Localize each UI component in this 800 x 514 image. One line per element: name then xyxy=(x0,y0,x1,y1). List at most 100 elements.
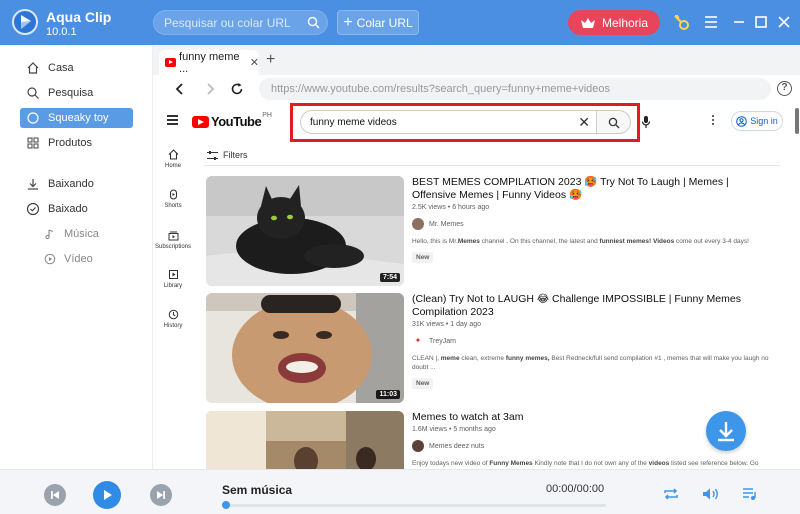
plus-icon: + xyxy=(343,13,353,31)
video-result[interactable]: Memes to watch at 3am 1.6M views • 5 mon… xyxy=(206,411,776,469)
circle-icon xyxy=(27,112,39,124)
title-bar: Aqua Clip 10.0.1 + Colar URL Melhoria xyxy=(0,0,800,45)
video-duration: 11:03 xyxy=(376,390,400,399)
sidebar-item-label: Pesquisa xyxy=(48,87,94,99)
yt-search-input[interactable] xyxy=(310,115,570,130)
clear-search-icon[interactable]: ✕ xyxy=(578,114,590,131)
more-options-icon[interactable] xyxy=(712,115,715,127)
video-channel[interactable]: ✦ TreyJam xyxy=(412,335,772,347)
now-playing-title: Sem música xyxy=(222,483,293,497)
forward-icon[interactable] xyxy=(201,80,219,98)
guide-library[interactable]: Library xyxy=(153,269,193,289)
previous-icon xyxy=(51,491,59,499)
next-track-button[interactable] xyxy=(150,484,172,506)
guide-label: Shorts xyxy=(164,203,182,209)
help-icon[interactable]: ? xyxy=(777,81,792,96)
sidebar-item-squeaky-toy[interactable]: Squeaky toy xyxy=(20,108,133,128)
play-circle-icon xyxy=(44,253,56,265)
youtube-logo[interactable]: YouTube PH xyxy=(192,112,272,129)
channel-avatar: ✦ xyxy=(412,335,424,347)
back-icon[interactable] xyxy=(171,80,189,98)
close-icon[interactable] xyxy=(775,13,793,31)
guide-subscriptions[interactable]: Subscriptions xyxy=(153,230,193,250)
sidebar-item-label: Baixando xyxy=(48,178,94,190)
download-icon xyxy=(718,422,734,442)
progress-knob[interactable] xyxy=(222,501,230,509)
yt-menu-icon[interactable] xyxy=(167,115,178,127)
sidebar-item-label: Música xyxy=(64,228,99,240)
guide-shorts[interactable]: Shorts xyxy=(153,189,193,209)
video-duration: 7:54 xyxy=(379,273,400,282)
crown-icon xyxy=(580,17,595,28)
tab-close-icon[interactable]: ✕ xyxy=(250,56,259,69)
app-logo-icon xyxy=(12,9,38,35)
previous-track-button[interactable] xyxy=(44,484,66,506)
app-search-input[interactable] xyxy=(164,15,304,31)
maximize-icon[interactable] xyxy=(752,13,770,31)
sidebar-item-downloading[interactable]: Baixando xyxy=(20,174,133,194)
microphone-icon[interactable] xyxy=(641,115,651,129)
address-bar[interactable]: https://www.youtube.com/results?search_q… xyxy=(259,78,771,100)
channel-name: Mr. Memes xyxy=(429,220,464,228)
sidebar-item-music[interactable]: Música xyxy=(44,225,99,243)
channel-name: TreyJam xyxy=(429,337,456,345)
video-channel[interactable]: Mr. Memes xyxy=(412,218,772,230)
player-bar: Sem música 00:00/00:00 xyxy=(0,469,800,514)
video-meta: 31K views • 1 day ago xyxy=(412,321,481,328)
repeat-icon[interactable] xyxy=(663,487,679,501)
paste-url-label: Colar URL xyxy=(356,15,413,30)
play-icon xyxy=(104,490,112,500)
guide-label: Library xyxy=(163,283,183,289)
search-icon[interactable] xyxy=(307,16,320,29)
video-result[interactable]: 7:54 BEST MEMES COMPILATION 2023 🥵 Try N… xyxy=(206,176,776,286)
yt-search-button[interactable] xyxy=(597,110,631,134)
sidebar-item-label: Baixado xyxy=(48,203,88,215)
youtube-wordmark: YouTube xyxy=(211,114,262,129)
playback-time: 00:00/00:00 xyxy=(546,483,605,495)
sidebar-item-search[interactable]: Pesquisa xyxy=(20,83,133,103)
video-result[interactable]: 11:03 (Clean) Try Not to LAUGH 😂 Challen… xyxy=(206,293,776,403)
video-thumbnail-room[interactable] xyxy=(206,411,404,469)
upgrade-label: Melhoria xyxy=(601,15,649,30)
play-button[interactable] xyxy=(93,481,121,509)
sign-in-button[interactable]: Sign in xyxy=(731,111,783,131)
video-thumbnail-face[interactable]: 11:03 xyxy=(206,293,404,403)
channel-name: Memes deez nuts xyxy=(429,442,485,450)
reload-icon[interactable] xyxy=(228,80,246,98)
key-icon[interactable] xyxy=(672,13,690,31)
filters-button[interactable]: Filters xyxy=(207,150,248,160)
sidebar: Casa Pesquisa Squeaky toy Produtos Baixa… xyxy=(0,45,153,469)
video-title[interactable]: BEST MEMES COMPILATION 2023 🥵 Try Not To… xyxy=(412,176,772,202)
sidebar-item-video[interactable]: Vídeo xyxy=(44,250,93,268)
sidebar-item-downloaded[interactable]: Baixado xyxy=(20,199,133,219)
filters-label: Filters xyxy=(223,150,248,160)
video-title[interactable]: (Clean) Try Not to LAUGH 😂 Challenge IMP… xyxy=(412,293,772,319)
yt-search-box[interactable]: ✕ xyxy=(300,110,597,134)
app-search-box[interactable] xyxy=(153,10,328,35)
channel-avatar xyxy=(412,218,424,230)
sidebar-item-home[interactable]: Casa xyxy=(20,58,133,78)
video-thumbnail-cat[interactable]: 7:54 xyxy=(206,176,404,286)
download-floating-button[interactable] xyxy=(706,411,746,451)
scrollbar[interactable] xyxy=(795,108,799,134)
browser-tab[interactable]: funny meme ... ✕ xyxy=(159,50,259,75)
minimize-icon[interactable] xyxy=(730,13,748,31)
playlist-icon[interactable] xyxy=(742,487,758,501)
check-circle-icon xyxy=(26,202,40,216)
guide-home[interactable]: Home xyxy=(153,149,193,169)
guide-label: Home xyxy=(164,163,181,169)
paste-url-button[interactable]: + Colar URL xyxy=(337,10,419,35)
guide-history[interactable]: History xyxy=(153,309,193,329)
menu-icon[interactable] xyxy=(702,13,720,31)
volume-icon[interactable] xyxy=(702,487,720,501)
new-tab-button[interactable]: + xyxy=(266,51,275,69)
progress-track[interactable] xyxy=(225,504,606,507)
upgrade-button[interactable]: Melhoria xyxy=(568,10,660,35)
sidebar-item-label: Produtos xyxy=(48,137,93,149)
youtube-play-logo-icon xyxy=(192,115,209,128)
video-info: (Clean) Try Not to LAUGH 😂 Challenge IMP… xyxy=(412,293,772,390)
music-note-icon xyxy=(45,229,54,240)
new-badge: New xyxy=(412,378,434,389)
sidebar-item-label: Casa xyxy=(48,62,74,74)
sidebar-item-products[interactable]: Produtos xyxy=(20,133,133,153)
